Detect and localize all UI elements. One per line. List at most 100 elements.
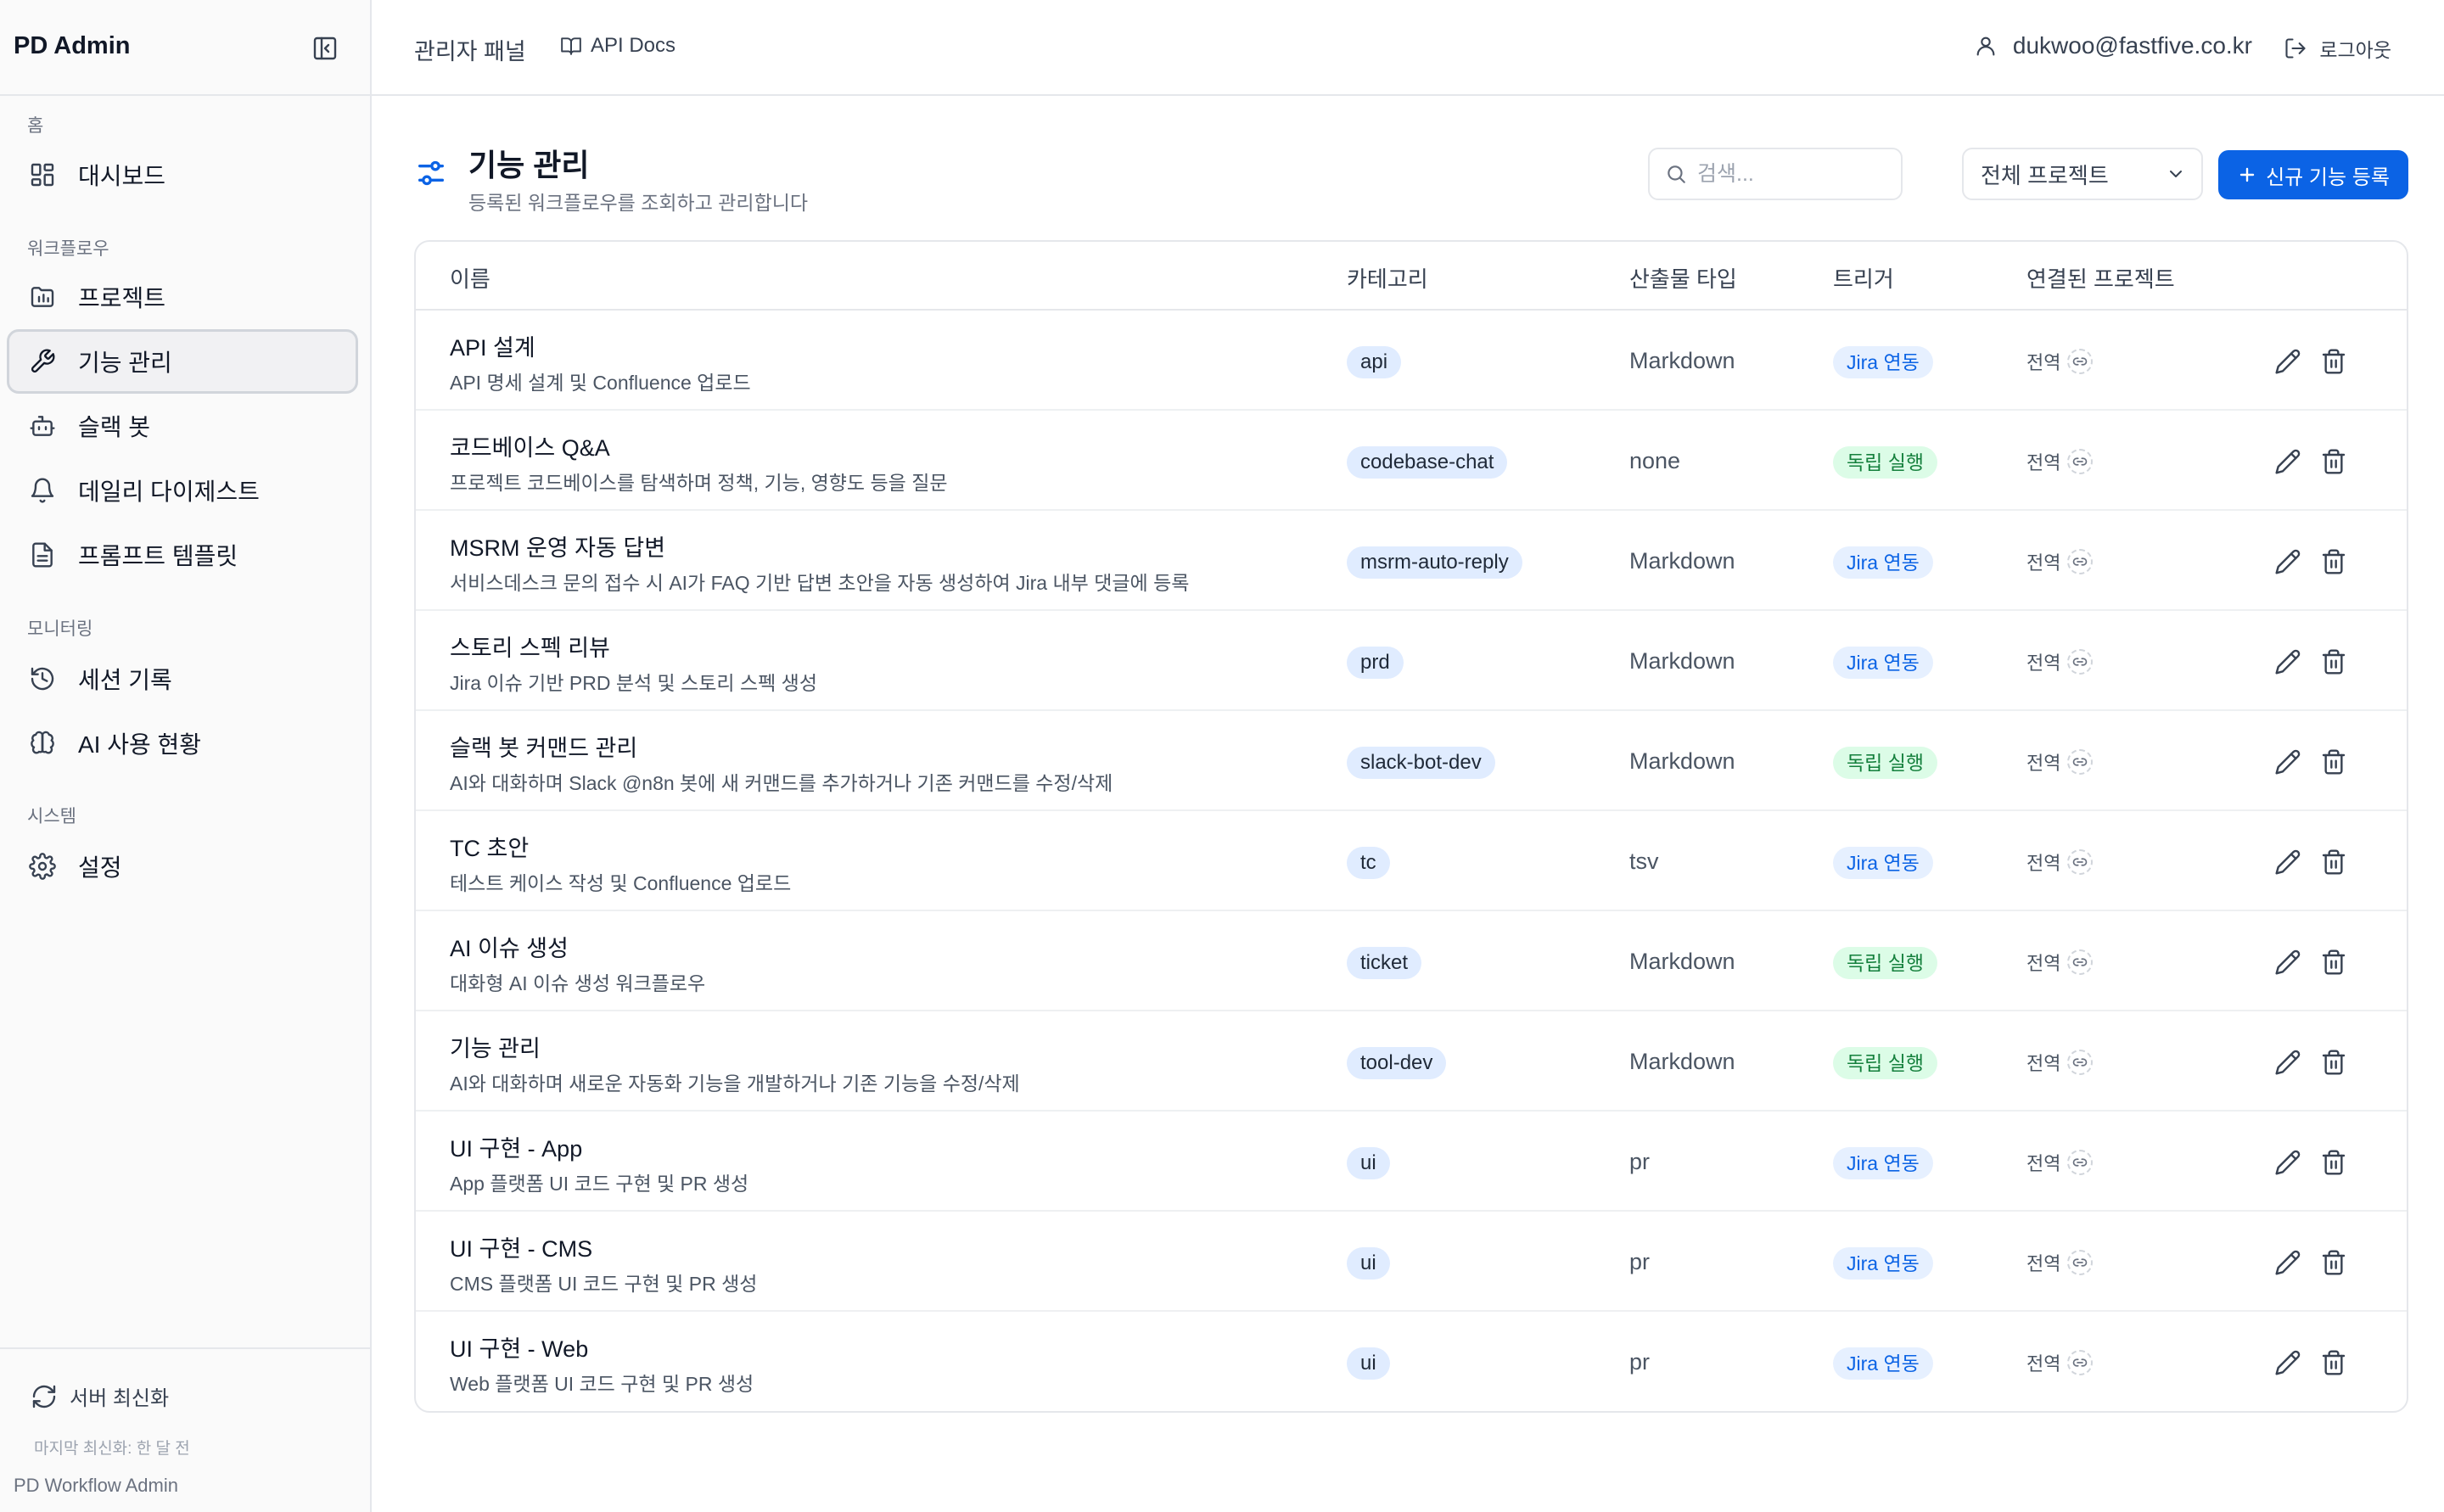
column-header-trigger: 트리거 [1833,266,1894,292]
table-row[interactable]: 슬랙 봇 커맨드 관리 AI와 대화하며 Slack @n8n 봇에 새 커맨드… [416,711,2407,811]
sidebar: PD Admin 홈 대시보드 워크플로우 프로젝트 기능 관리 슬랙 봇 데일… [0,0,372,1512]
sidebar-item-label: 프롬프트 템플릿 [78,543,238,569]
link-icon [2067,649,2094,675]
edit-button[interactable] [2274,1149,2301,1176]
panel-left-icon [313,36,337,60]
bell-icon [27,475,58,506]
pencil-icon [2275,1250,2301,1275]
nav-section-system: 시스템 [27,807,76,826]
sidebar-item-session-history[interactable]: 세션 기록 [7,647,358,711]
api-docs-link[interactable]: API Docs [560,34,675,58]
edit-button[interactable] [2274,1249,2301,1276]
book-open-icon [561,37,581,55]
feature-name: 슬랙 봇 커맨드 관리 [450,736,638,761]
edit-button[interactable] [2274,748,2301,776]
api-docs-label: API Docs [591,34,676,57]
link-icon [2067,749,2094,775]
edit-button[interactable] [2274,348,2301,375]
table-row[interactable]: 코드베이스 Q&A 프로젝트 코드베이스를 탐색하며 정책, 기능, 영향도 등… [416,411,2407,511]
delete-button[interactable] [2320,548,2347,575]
server-refresh-button[interactable]: 서버 최신화 [31,1381,169,1411]
file-text-icon [27,540,58,570]
new-feature-button[interactable]: 신규 기능 등록 [2218,150,2408,199]
delete-button[interactable] [2320,949,2347,976]
table-header: 이름 카테고리 산출물 타입 트리거 연결된 프로젝트 [416,242,2407,311]
trigger-badge: Jira 연동 [1833,346,1933,378]
trigger-badge: 독립 실행 [1833,446,1938,479]
table-row[interactable]: UI 구현 - App App 플랫폼 UI 코드 구현 및 PR 생성 ui … [416,1112,2407,1212]
search-box [1648,148,1903,200]
trash-icon [2322,649,2346,675]
admin-panel-link[interactable]: 관리자 패널 [414,33,526,66]
sidebar-collapse-button[interactable] [307,31,343,66]
folder-chart-icon [27,282,58,312]
delete-button[interactable] [2320,748,2347,776]
output-type: Markdown [1629,648,1735,674]
trigger-badge: Jira 연동 [1833,1347,1933,1380]
feature-name: 스토리 스펙 리뷰 [450,636,610,661]
sidebar-item-settings[interactable]: 설정 [7,834,358,899]
delete-button[interactable] [2320,348,2347,375]
user-email: dukwoo@fastfive.co.kr [2012,32,2252,59]
project-scope: 전역 [2026,1053,2061,1074]
edit-button[interactable] [2274,548,2301,575]
trigger-badge: Jira 연동 [1833,647,1933,679]
edit-button[interactable] [2274,1049,2301,1076]
sidebar-item-features[interactable]: 기능 관리 [7,329,358,394]
delete-button[interactable] [2320,1049,2347,1076]
sidebar-item-dashboard[interactable]: 대시보드 [7,143,358,207]
footer-app-name: PD Workflow Admin [14,1475,178,1496]
edit-button[interactable] [2274,848,2301,876]
search-input[interactable] [1696,160,1894,188]
sidebar-item-daily-digest[interactable]: 데일리 다이제스트 [7,458,358,523]
linked-projects: 전역 [2026,448,2094,475]
sidebar-item-projects[interactable]: 프로젝트 [7,265,358,329]
sliders-icon [414,156,448,190]
delete-button[interactable] [2320,1149,2347,1176]
logout-label: 로그아웃 [2319,39,2391,61]
project-scope: 전역 [2026,352,2061,373]
sidebar-item-ai-usage[interactable]: AI 사용 현황 [7,711,358,776]
gear-icon [27,851,58,882]
link-icon [2067,1350,2094,1375]
edit-button[interactable] [2274,648,2301,675]
edit-button[interactable] [2274,1349,2301,1376]
column-header-output-type: 산출물 타입 [1629,266,1737,292]
logout-button[interactable]: 로그아웃 [2284,34,2391,63]
project-scope: 전역 [2026,953,2061,974]
sidebar-item-prompt-templates[interactable]: 프롬프트 템플릿 [7,523,358,587]
feature-name: UI 구현 - Web [450,1336,589,1362]
table-row[interactable]: 스토리 스펙 리뷰 Jira 이슈 기반 PRD 분석 및 스토리 스펙 생성 … [416,611,2407,711]
output-type: Markdown [1629,1049,1735,1074]
output-type: pr [1629,1249,1651,1274]
table-row[interactable]: AI 이슈 생성 대화형 AI 이슈 생성 워크플로우 ticket Markd… [416,911,2407,1011]
category-badge: codebase-chat [1347,446,1508,479]
table-row[interactable]: UI 구현 - Web Web 플랫폼 UI 코드 구현 및 PR 생성 ui … [416,1312,2407,1411]
edit-button[interactable] [2274,448,2301,475]
feature-description: AI와 대화하며 Slack @n8n 봇에 새 커맨드를 추가하거나 기존 커… [450,772,1113,794]
column-header-category: 카테고리 [1347,266,1428,292]
delete-button[interactable] [2320,448,2347,475]
table-row[interactable]: 기능 관리 AI와 대화하며 새로운 자동화 기능을 개발하거나 기존 기능을 … [416,1011,2407,1112]
link-icon [2067,1150,2094,1175]
sidebar-item-slack-bot[interactable]: 슬랙 봇 [7,394,358,458]
category-badge: tool-dev [1347,1047,1447,1079]
feature-description: Jira 이슈 기반 PRD 분석 및 스토리 스펙 생성 [450,672,817,694]
table-row[interactable]: MSRM 운영 자동 답변 서비스데스크 문의 접수 시 AI가 FAQ 기반 … [416,511,2407,611]
delete-button[interactable] [2320,1249,2347,1276]
delete-button[interactable] [2320,848,2347,876]
edit-button[interactable] [2274,949,2301,976]
topbar: 관리자 패널 API Docs dukwoo@fastfive.co.kr 로그… [372,0,2444,96]
sidebar-item-label: 설정 [78,854,122,881]
table-row[interactable]: UI 구현 - CMS CMS 플랫폼 UI 코드 구현 및 PR 생성 ui … [416,1212,2407,1312]
project-scope: 전역 [2026,452,2061,473]
table-row[interactable]: TC 초안 테스트 케이스 작성 및 Confluence 업로드 tc tsv… [416,811,2407,911]
project-filter-select[interactable]: 전체 프로젝트 [1962,148,2203,200]
linked-projects: 전역 [2026,1249,2094,1276]
delete-button[interactable] [2320,648,2347,675]
link-icon [2067,949,2094,975]
delete-button[interactable] [2320,1349,2347,1376]
linked-projects: 전역 [2026,848,2094,876]
linked-projects: 전역 [2026,949,2094,976]
table-row[interactable]: API 설계 API 명세 설계 및 Confluence 업로드 api Ma… [416,311,2407,411]
